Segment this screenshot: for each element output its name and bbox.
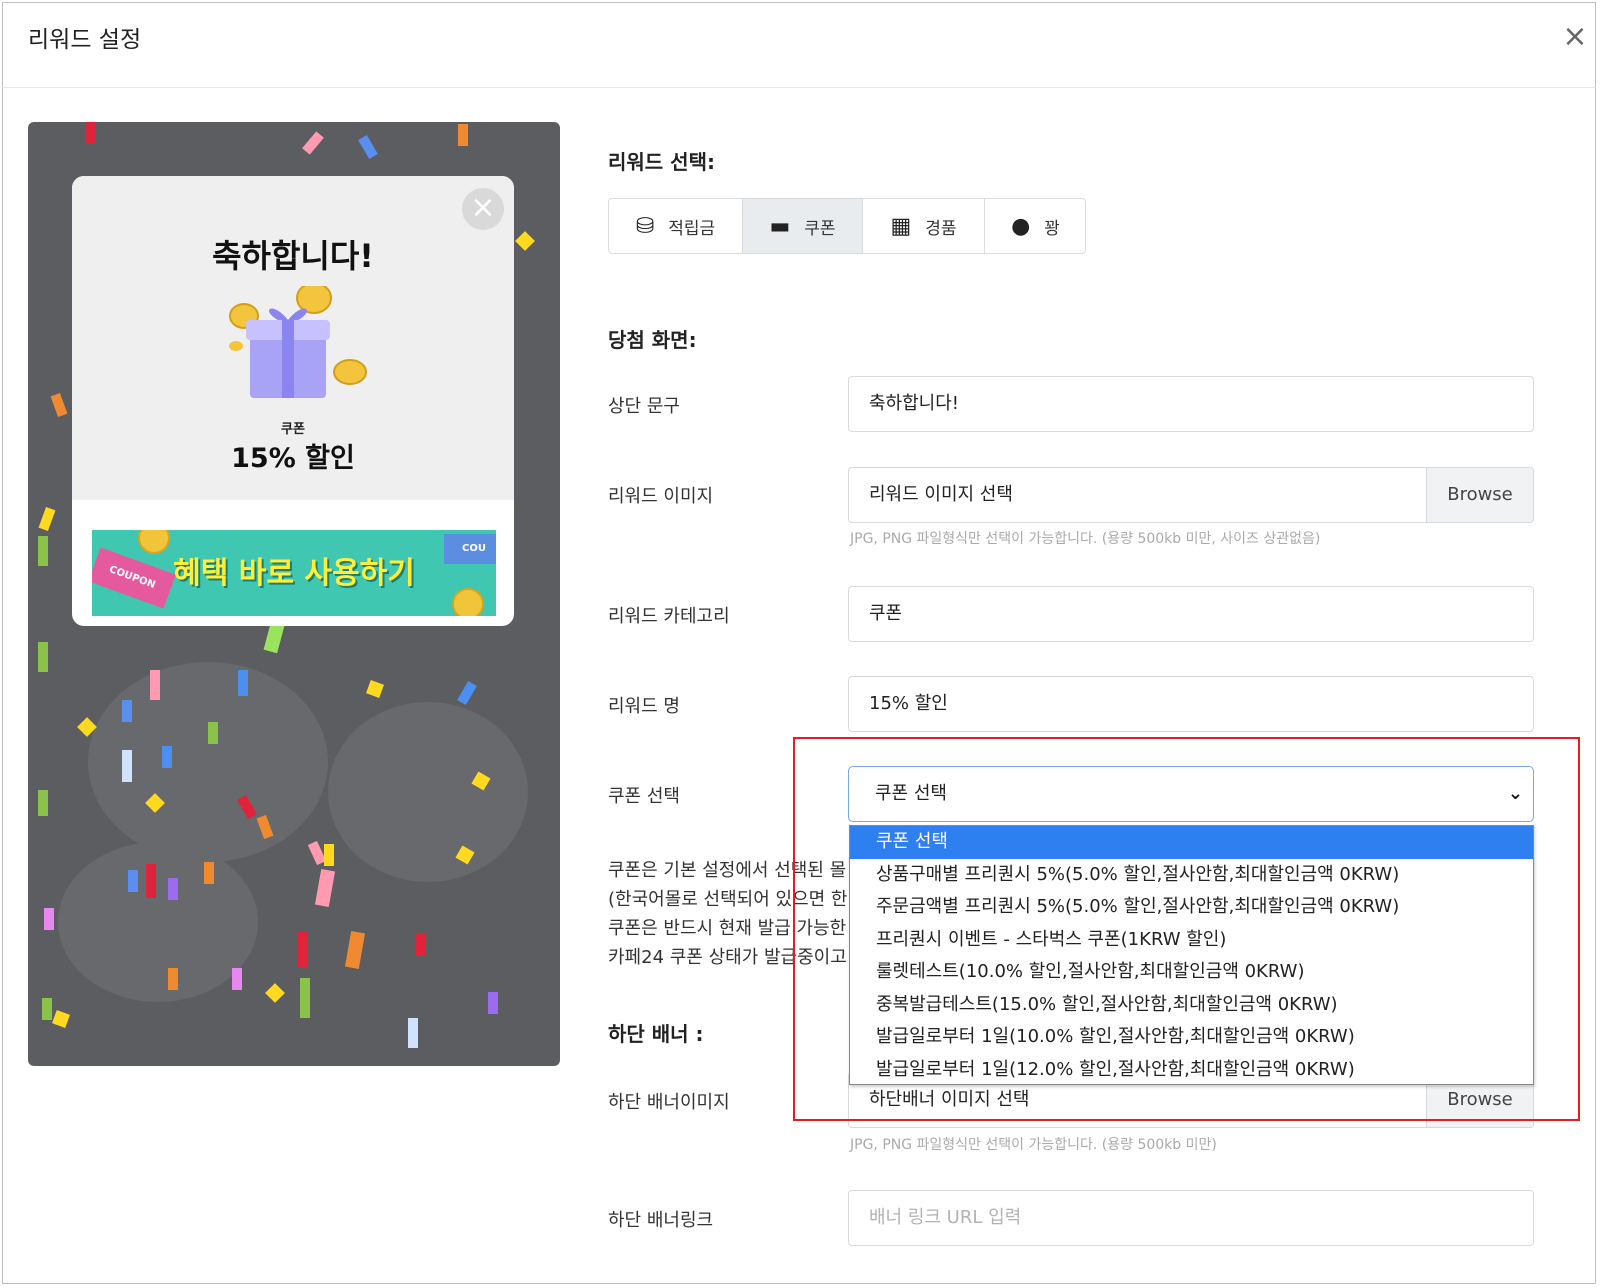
dropdown-option[interactable]: 발급일로부터 1일(12.0% 할인,절사안함,최대할인금액 0KRW) (850, 1054, 1533, 1087)
ticket-icon: ▬ (769, 213, 791, 239)
confetti (52, 1010, 70, 1028)
dropdown-option[interactable]: 상품구매별 프리퀀시 5%(5.0% 할인,절사안함,최대할인금액 0KRW) (850, 859, 1533, 892)
chevron-down-icon: ⌄ (1507, 783, 1523, 804)
banner-text: 혜택 바로 사용하기 (173, 556, 415, 591)
confetti (42, 998, 52, 1020)
description-line: 쿠폰은 기본 설정에서 선택된 몰 (608, 860, 847, 881)
confetti (238, 670, 248, 696)
tab-label: 적립금 (668, 218, 716, 239)
confetti (150, 670, 160, 700)
modal-title: 리워드 설정 (28, 27, 142, 53)
reward-image-label: 리워드 이미지 (608, 486, 714, 507)
dropdown-option[interactable]: 룰렛테스트(10.0% 할인,절사안함,최대할인금액 0KRW) (850, 956, 1533, 989)
confetti (515, 231, 535, 251)
header-divider (2, 87, 1596, 88)
confetti (168, 968, 178, 990)
coupon-dropdown-list: 쿠폰 선택 상품구매별 프리퀀시 5%(5.0% 할인,절사안함,최대할인금액 … (849, 825, 1534, 1085)
confetti (265, 983, 285, 1003)
tab-label: 꽝 (1044, 218, 1060, 239)
confetti (314, 869, 336, 907)
banner-link-input[interactable]: 배너 링크 URL 입력 (848, 1190, 1534, 1246)
banner-link-label: 하단 배너링크 (608, 1210, 714, 1231)
reward-name-input[interactable]: 15% 할인 (848, 676, 1534, 732)
top-text-input[interactable]: 축하합니다! (848, 376, 1534, 432)
reward-popup: × 축하합니다! 쿠폰 15% 할인 COUPON COU 혜택 바로 사용하기 (72, 176, 514, 626)
confetti (458, 124, 468, 146)
confetti (416, 934, 426, 956)
reward-name-label: 리워드 명 (608, 696, 680, 717)
dropdown-option[interactable]: 발급일로부터 1일(10.0% 할인,절사안함,최대할인금액 0KRW) (850, 1021, 1533, 1054)
confetti (122, 750, 132, 782)
dropdown-option[interactable]: 쿠폰 선택 (850, 826, 1533, 859)
banner-image-label: 하단 배너이미지 (608, 1092, 730, 1113)
gift-coins-icon (229, 286, 367, 398)
confetti (38, 790, 48, 816)
bottom-banner-label: 하단 배너 : (608, 1022, 704, 1046)
win-screen-label: 당첨 화면: (608, 328, 697, 352)
coupon-select-label: 쿠폰 선택 (608, 786, 680, 807)
coupon-select-value: 쿠폰 선택 (875, 783, 947, 804)
confetti (302, 131, 324, 155)
dropdown-option[interactable]: 주문금액별 프리퀀시 5%(5.0% 할인,절사안함,최대할인금액 0KRW) (850, 891, 1533, 924)
close-button[interactable]: × (1560, 22, 1590, 52)
dropdown-option[interactable]: 프리퀀시 이벤트 - 스타벅스 쿠폰(1KRW 할인) (850, 924, 1533, 957)
tab-coupon[interactable]: ▬ 쿠폰 (743, 199, 863, 253)
confetti (38, 506, 56, 532)
dropdown-option[interactable]: 중복발급테스트(15.0% 할인,절사안함,최대할인금액 0KRW) (850, 989, 1533, 1022)
coins-icon: ⛁ (635, 213, 655, 239)
confetti (366, 680, 384, 698)
confetti (168, 878, 178, 900)
popup-reward-category: 쿠폰 (281, 422, 305, 437)
reward-image-browse-button[interactable]: Browse (1426, 467, 1534, 523)
tab-points[interactable]: ⛁ 적립금 (609, 199, 743, 253)
coupon-select[interactable]: 쿠폰 선택 ⌄ (848, 766, 1534, 822)
coin-icon (452, 588, 484, 616)
confetti (344, 931, 366, 969)
confetti (300, 978, 310, 1018)
confetti (457, 680, 477, 706)
tab-label: 경품 (925, 218, 957, 239)
confetti (408, 1018, 418, 1048)
top-text-label: 상단 문구 (608, 396, 680, 417)
reward-category-label: 리워드 카테고리 (608, 606, 730, 627)
reward-image-input[interactable]: 리워드 이미지 선택 (848, 467, 1428, 523)
confetti (128, 870, 138, 892)
confetti (298, 932, 308, 968)
confetti (44, 908, 54, 930)
reward-preview: × 축하합니다! 쿠폰 15% 할인 COUPON COU 혜택 바로 사용하기 (28, 122, 560, 1066)
bottom-banner-preview[interactable]: COUPON COU 혜택 바로 사용하기 (92, 530, 496, 616)
confetti (86, 122, 96, 144)
banner-image-hint: JPG, PNG 파일형식만 선택이 가능합니다. (용량 500kb 미만) (850, 1137, 1217, 1153)
reward-category-input[interactable]: 쿠폰 (848, 586, 1534, 642)
background-blur (328, 702, 528, 882)
confetti (122, 700, 132, 722)
description-line: (한국어몰로 선택되어 있으면 한 (608, 889, 848, 910)
popup-close-icon[interactable]: × (462, 188, 504, 230)
confetti (488, 992, 498, 1014)
confetti (162, 746, 172, 768)
confetti (38, 536, 48, 566)
gift-icon: ▦ (890, 213, 912, 239)
popup-title: 축하합니다! (212, 237, 374, 275)
description-line: 카페24 쿠폰 상태가 발급중이고 (608, 947, 847, 968)
bomb-icon: ● (1011, 213, 1031, 239)
coupon-description: 쿠폰은 기본 설정에서 선택된 몰 (한국어몰로 선택되어 있으면 한 쿠폰은 … (608, 856, 848, 972)
tab-blank[interactable]: ● 꽝 (985, 199, 1085, 253)
reward-select-label: 리워드 선택: (608, 150, 715, 174)
reward-type-tabs: ⛁ 적립금 ▬ 쿠폰 ▦ 경품 ● 꽝 (608, 198, 1086, 254)
confetti (146, 864, 156, 898)
confetti (204, 862, 214, 884)
confetti (38, 642, 48, 672)
confetti (208, 722, 218, 744)
popup-reward-name: 15% 할인 (231, 443, 355, 474)
description-line: 쿠폰은 반드시 현재 발급 가능한 (608, 918, 847, 939)
reward-image-hint: JPG, PNG 파일형식만 선택이 가능합니다. (용량 500kb 미만, … (850, 531, 1321, 547)
background-blur (58, 842, 258, 1002)
confetti (50, 392, 68, 418)
confetti (232, 968, 242, 990)
confetti (324, 844, 334, 866)
tab-label: 쿠폰 (804, 218, 836, 239)
confetti (358, 134, 378, 160)
tab-prize[interactable]: ▦ 경품 (863, 199, 985, 253)
